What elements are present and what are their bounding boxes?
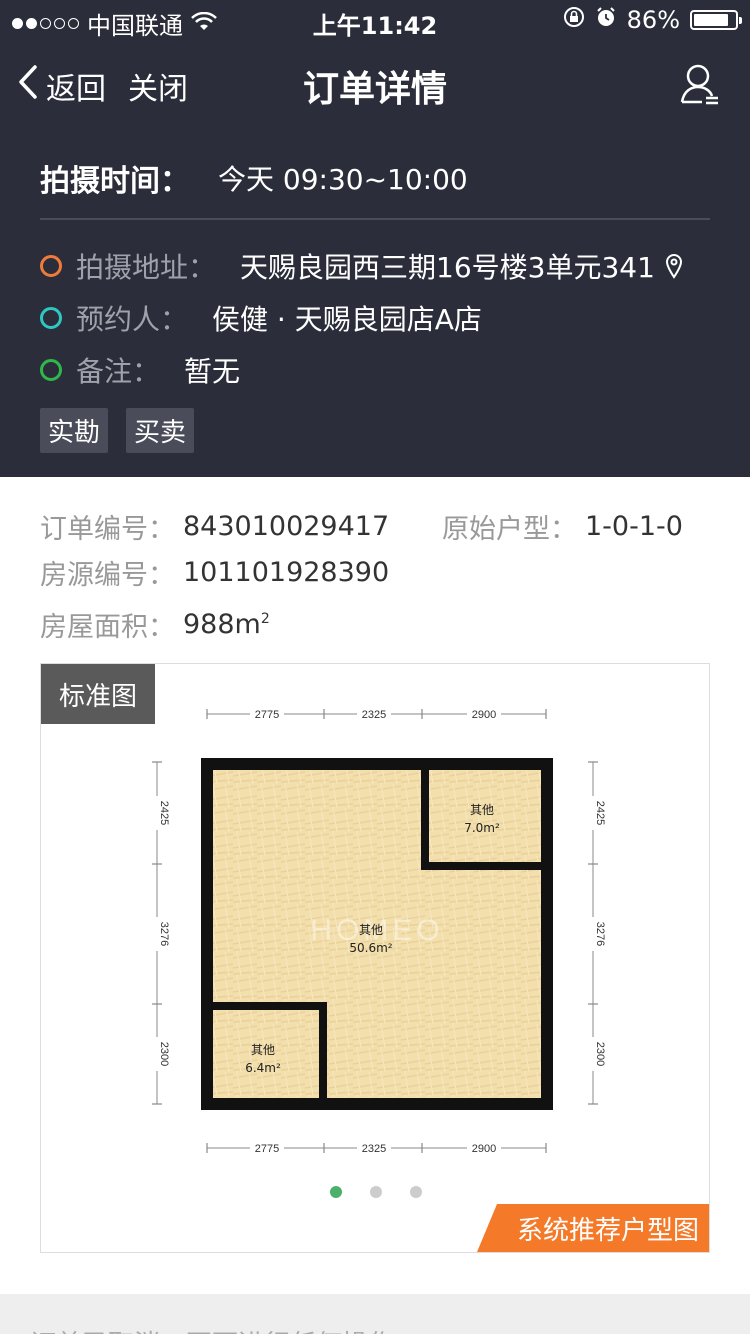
dim-left-3: 2300	[158, 1042, 170, 1066]
status-bar: 中国联通 上午11:42 86%	[0, 0, 750, 40]
room-bottom-left-area: 6.4m²	[245, 1061, 281, 1075]
orientation-lock-icon	[563, 6, 585, 34]
booker-value: 侯健 · 天赐良园店A店	[212, 303, 482, 336]
address-row: 拍摄地址： 天赐良园西三期16号楼3单元341	[40, 246, 683, 286]
house-number-row: 房源编号： 101101928390	[40, 553, 389, 592]
dim-left-1: 2425	[158, 801, 170, 825]
room-top-right-area: 7.0m²	[464, 821, 500, 835]
original-type-label: 原始户型：	[442, 514, 577, 545]
battery-fill	[694, 14, 729, 26]
shoot-time-row: 拍摄时间： 今天 09:30~10:00	[40, 156, 468, 200]
booker-dot-icon	[40, 307, 62, 329]
house-number-label: 房源编号：	[40, 560, 175, 591]
shoot-time-label: 拍摄时间：	[40, 164, 190, 199]
order-number-value: 843010029417	[183, 511, 390, 542]
dim-bottom-3: 2900	[472, 1143, 496, 1155]
battery-icon	[690, 10, 742, 30]
tag-list: 实勘 买卖	[40, 408, 195, 453]
dim-right-2: 3276	[594, 922, 606, 946]
nav-bar: 返回 关闭 订单详情	[0, 40, 750, 130]
address-dot-icon	[40, 255, 62, 277]
carousel-pager	[41, 1186, 709, 1198]
location-pin-icon[interactable]	[665, 253, 683, 279]
user-icon[interactable]	[680, 62, 720, 110]
page-title: 订单详情	[302, 69, 447, 110]
note-row: 备注： 暂无	[40, 350, 240, 390]
house-area-row: 房屋面积： 988m2	[40, 605, 270, 644]
address-label: 拍摄地址：	[76, 251, 217, 284]
room-main-area: 50.6m²	[349, 941, 392, 955]
house-number-value: 101101928390	[183, 557, 390, 588]
pager-dot-3[interactable]	[410, 1186, 422, 1198]
floor-plan-image: 2775 2325 2900 2775 2325 2900 2425 3276 …	[150, 707, 606, 1155]
original-type-value: 1-0-1-0	[585, 511, 683, 542]
room-top-right-name: 其他	[470, 803, 494, 817]
original-type-row: 原始户型： 1-0-1-0	[442, 507, 683, 546]
house-area-label: 房屋面积：	[40, 612, 175, 643]
dim-right-3: 2300	[594, 1042, 606, 1066]
status-right: 86%	[563, 6, 742, 34]
tag-sale: 买卖	[126, 408, 195, 453]
pager-dot-1[interactable]	[330, 1186, 342, 1198]
house-area-unit-sup: 2	[260, 611, 270, 627]
alarm-icon	[595, 6, 617, 34]
dim-top-3: 2900	[472, 709, 496, 721]
note-value: 暂无	[184, 355, 241, 388]
house-area-value: 988m2	[183, 609, 270, 640]
order-number-label: 订单编号：	[40, 514, 175, 545]
bottom-status-text: 订单已取消，不可进行任何操作	[30, 1324, 394, 1334]
order-details: 订单编号： 843010029417 原始户型： 1-0-1-0 房源编号： 1…	[0, 477, 750, 657]
room-main-name: 其他	[359, 923, 383, 937]
dim-bottom-1: 2775	[255, 1143, 279, 1155]
note-label: 备注：	[76, 355, 161, 388]
dim-right-1: 2425	[594, 801, 606, 825]
pager-dot-2[interactable]	[370, 1186, 382, 1198]
battery-percent: 86%	[626, 6, 680, 34]
house-area-number: 988m	[183, 609, 261, 640]
dim-bottom-2: 2325	[362, 1143, 386, 1155]
booker-row: 预约人： 侯健 · 天赐良园店A店	[40, 298, 482, 338]
booker-label: 预约人：	[76, 303, 189, 336]
address-value: 天赐良园西三期16号楼3单元341	[240, 251, 655, 284]
order-number-row: 订单编号： 843010029417	[40, 507, 389, 546]
shoot-time-value: 今天 09:30~10:00	[218, 163, 468, 196]
order-header: 拍摄时间： 今天 09:30~10:00 拍摄地址： 天赐良园西三期16号楼3单…	[0, 130, 750, 477]
dim-top-1: 2775	[255, 709, 279, 721]
dim-left-2: 3276	[158, 922, 170, 946]
tag-survey: 实勘	[40, 408, 109, 453]
room-bottom-left-name: 其他	[251, 1043, 275, 1057]
standard-plan-badge: 标准图	[41, 664, 155, 724]
bottom-section: 订单已取消，不可进行任何操作	[0, 1294, 750, 1334]
dim-top-2: 2325	[362, 709, 386, 721]
recommended-plan-button[interactable]: 系统推荐户型图	[477, 1204, 709, 1252]
note-dot-icon	[40, 359, 62, 381]
divider	[40, 218, 710, 220]
floor-plan-card[interactable]: 2775 2325 2900 2775 2325 2900 2425 3276 …	[40, 663, 710, 1253]
